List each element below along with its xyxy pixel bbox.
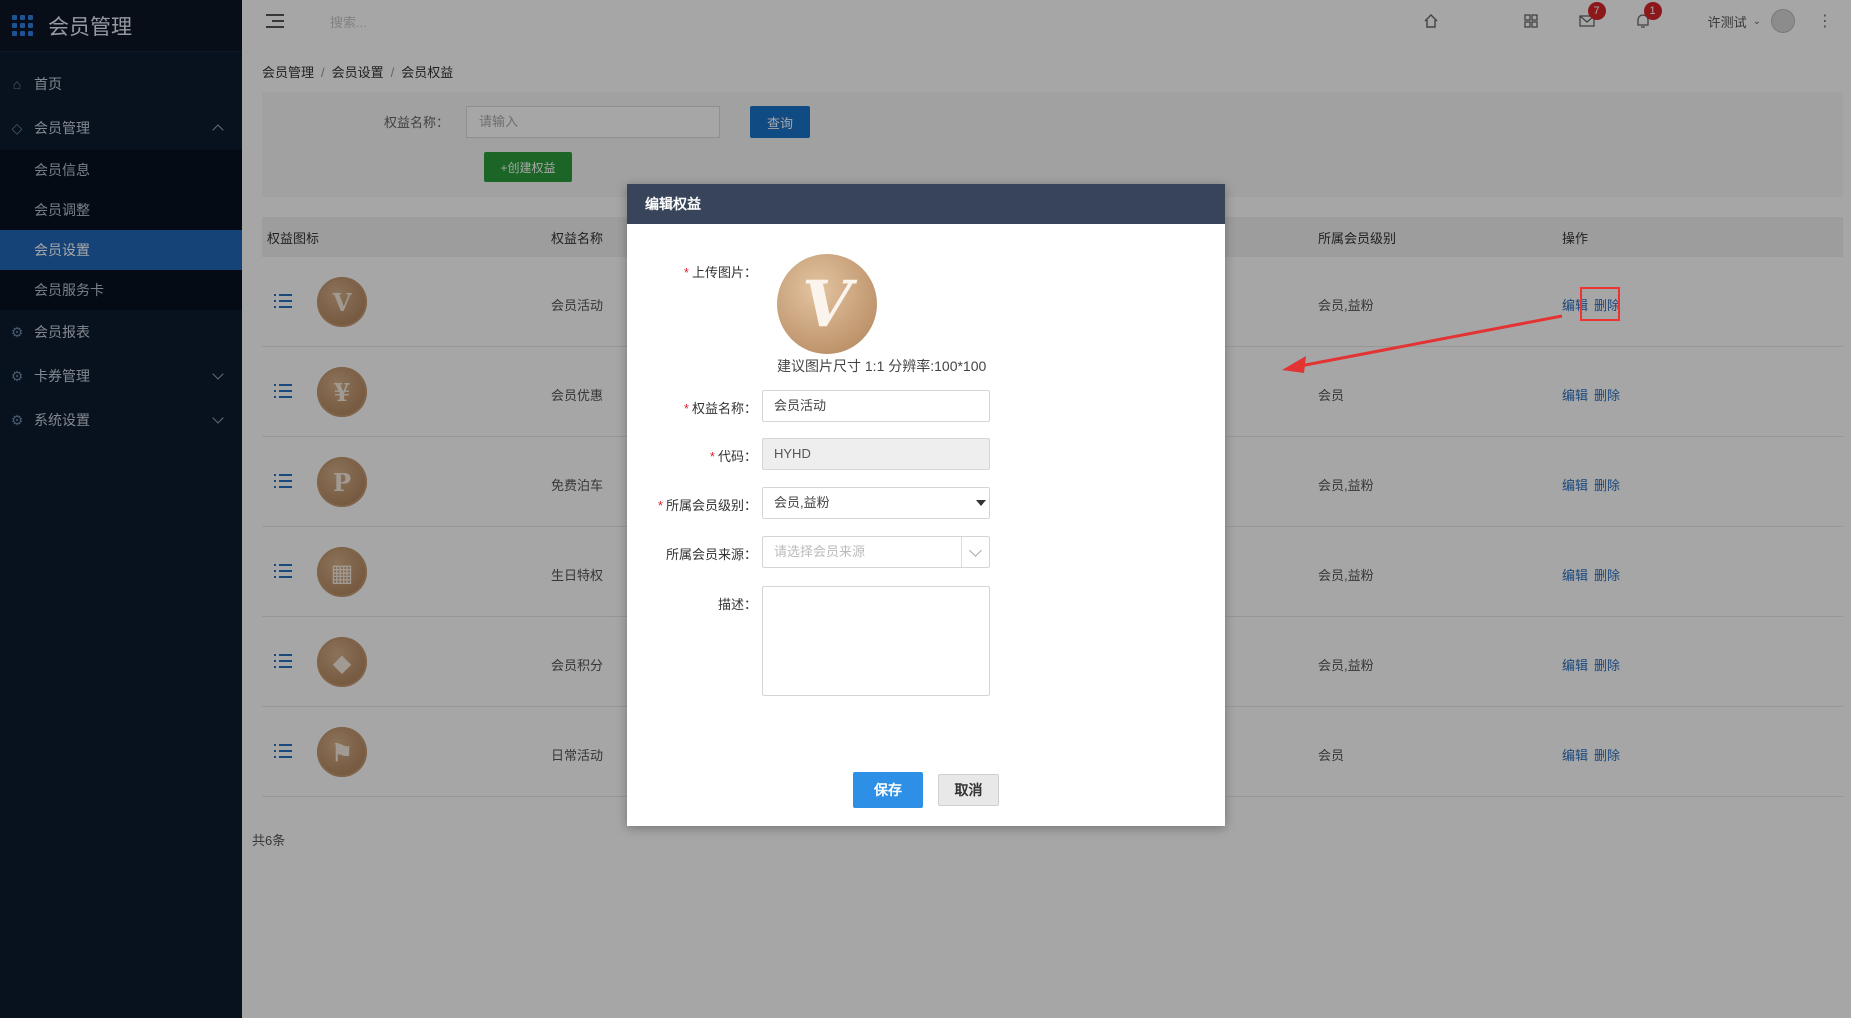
edit-benefit-dialog: 编辑权益 * 上传图片： V 建议图片尺寸 1:1 分辨率:100*100 * 权益… xyxy=(627,184,1225,826)
member-source-select[interactable]: 请选择会员来源 xyxy=(762,536,990,568)
upload-label: * 上传图片： xyxy=(683,265,757,280)
member-level-select[interactable]: 会员,益粉 xyxy=(762,487,990,519)
uploaded-image[interactable]: V xyxy=(777,254,877,354)
member-source-placeholder: 请选择会员来源 xyxy=(774,544,866,559)
description-label: 描述： xyxy=(717,597,757,612)
cancel-button[interactable]: 取消 xyxy=(938,774,999,806)
upload-hint: 建议图片尺寸 1:1 分辨率:100*100 xyxy=(777,358,987,374)
code-label: * 代码： xyxy=(709,449,757,464)
dialog-title: 编辑权益 xyxy=(627,184,1225,224)
code-field: HYHD xyxy=(762,438,990,470)
member-level-value: 会员,益粉 xyxy=(774,495,830,510)
chevron-down-icon xyxy=(961,537,989,567)
source-label: 所属会员来源： xyxy=(665,547,757,562)
name-label: * 权益名称： xyxy=(683,401,757,416)
description-textarea[interactable] xyxy=(762,586,990,696)
benefit-name-field[interactable]: 会员活动 xyxy=(762,390,990,422)
caret-down-icon xyxy=(976,500,986,506)
annotation-highlight-box xyxy=(1580,287,1620,321)
save-button[interactable]: 保存 xyxy=(853,772,923,808)
level-label: * 所属会员级别： xyxy=(657,498,757,513)
